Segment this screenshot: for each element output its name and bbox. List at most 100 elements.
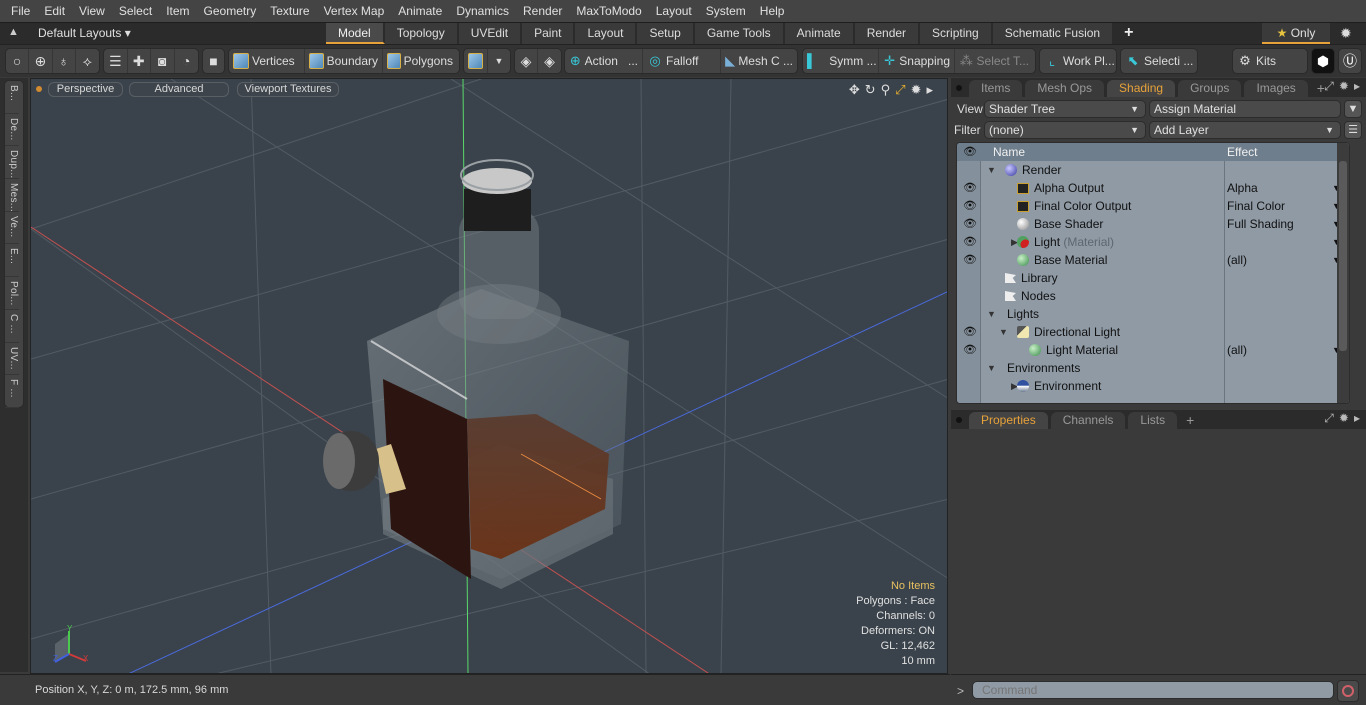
tab-mesh-ops[interactable]: Mesh Ops [1025,80,1105,97]
filter-dropdown[interactable]: (none) ▼ [984,121,1146,139]
vtab-duplicate[interactable]: Dup... [5,146,19,180]
advanced-button[interactable]: Advanced [129,82,229,97]
material-cube-icon[interactable] [464,49,488,73]
menu-layout[interactable]: Layout [649,0,699,22]
filter-funnel-icon[interactable]: ▼ [1344,100,1362,118]
expand-down-icon[interactable]: ▼ [987,359,996,377]
record-macro-button[interactable] [1337,680,1359,702]
vtab-vertex[interactable]: Ve... [5,212,19,245]
zoom-icon[interactable]: ⚲ [881,82,891,98]
tab-uvedit[interactable]: UVEdit [458,23,523,44]
add-layer-dropdown[interactable]: Add Layer ▼ [1149,121,1341,139]
view-axis-alt-icon[interactable]: ◈ [538,49,561,73]
tab-channels[interactable]: Channels [1050,412,1126,429]
menu-view[interactable]: View [72,0,112,22]
name-column-header[interactable]: Name [993,145,1025,159]
circle-select-icon[interactable]: ○ [6,49,30,73]
vtab-fusion[interactable]: F ... [5,375,19,408]
tree-row[interactable]: Library [957,269,1339,287]
menu-select[interactable]: Select [112,0,159,22]
tree-row[interactable]: ▶ Environment [957,377,1339,395]
view-axis-icon[interactable]: ◈ [515,49,539,73]
gear-icon[interactable]: ✹ [1340,25,1352,42]
properties-gear-icon[interactable]: ✹ [1339,411,1349,426]
dial-icon[interactable]: ◔ [175,49,198,73]
viewport-gear-icon[interactable]: ✹ [911,82,922,98]
cross-grid-icon[interactable]: ✚ [128,49,152,73]
tab-game-tools[interactable]: Game Tools [694,23,785,44]
tab-topology[interactable]: Topology [384,23,459,44]
vtab-polygon[interactable]: Pol... [5,277,19,310]
vtab-edge[interactable]: E... [5,244,19,278]
add-properties-tab-button[interactable]: + [1180,412,1200,429]
list-options-icon[interactable]: ☰ [1344,121,1362,139]
command-input[interactable] [972,681,1334,699]
visibility-eye-icon[interactable]: 👁 [963,215,977,233]
tree-row[interactable]: 👁▶Light (Material)▼ [957,233,1341,251]
tab-render[interactable]: Render [854,23,921,44]
tree-row[interactable]: 👁Final Color OutputFinal Color▼ [957,197,1341,215]
expand-down-icon[interactable]: ▼ [987,305,996,323]
assign-material-button[interactable]: Assign Material [1149,100,1341,118]
tree-row[interactable]: ▼ Lights [957,305,1339,323]
maximize-icon[interactable]: ⤢ [895,82,905,98]
vtab-deform[interactable]: De... [5,114,19,147]
3d-viewport[interactable]: Y X Z Perspective Advanced Viewport Text… [30,78,948,674]
mode-dropdown-arrow-icon[interactable]: ▼ [488,49,510,73]
effect-value[interactable]: Final Color [1227,197,1285,215]
tree-scrollbar[interactable] [1337,143,1349,403]
menu-maxtomodo[interactable]: MaxToModo [569,0,648,22]
viewport-options-dot[interactable] [36,86,42,92]
expand-down-icon[interactable]: ▼ [987,161,996,179]
expand-down-icon[interactable]: ▼ [999,323,1008,341]
tab-paint[interactable]: Paint [522,23,576,44]
vtab-curve[interactable]: C ... [5,310,19,343]
visibility-eye-icon[interactable]: 👁 [963,323,977,341]
menu-dynamics[interactable]: Dynamics [449,0,516,22]
tree-row[interactable]: 👁Alpha OutputAlpha▼ [957,179,1341,197]
panel-options-dot[interactable] [956,85,962,91]
work-plane-button[interactable]: ⌞ Work Pl... [1040,49,1119,73]
pen-icon[interactable]: ♁ [53,49,76,73]
kits-button[interactable]: ⚙ Kits [1233,49,1280,73]
vtab-uv[interactable]: UV... [5,343,19,376]
tree-row[interactable]: 👁Base Material(all)▼ [957,251,1341,269]
menu-item[interactable]: Item [159,0,196,22]
visibility-eye-icon[interactable]: 👁 [963,251,977,269]
properties-maximize-icon[interactable]: ⤢ [1324,411,1334,426]
menu-file[interactable]: File [4,0,37,22]
properties-arrow-icon[interactable]: ▸ [1354,411,1360,426]
tab-model[interactable]: Model [326,23,385,44]
square-circle-icon[interactable]: ◙ [151,49,175,73]
add-tab-button[interactable]: + [1114,23,1143,44]
tree-row[interactable]: Nodes [957,287,1339,305]
align-icon[interactable]: ☰ [104,49,128,73]
effect-column-header[interactable]: Effect [1227,145,1257,159]
tree-row[interactable]: 👁Light Material(all)▼ [957,341,1341,359]
tab-layout[interactable]: Layout [575,23,638,44]
vtab-mesh-edit[interactable]: Mes... [5,179,19,212]
menu-vertex-map[interactable]: Vertex Map [317,0,392,22]
globe-icon[interactable]: ⊕ [29,49,53,73]
tab-images[interactable]: Images [1244,80,1308,97]
menu-help[interactable]: Help [753,0,792,22]
effect-value[interactable]: Full Shading [1227,215,1294,233]
symmetry-button[interactable]: ▌ Symm ... [803,49,879,73]
viewport-textures-button[interactable]: Viewport Textures [237,82,339,97]
properties-options-dot[interactable] [956,417,962,423]
tree-row[interactable]: ▼ Environments [957,359,1339,377]
tab-lists[interactable]: Lists [1128,412,1178,429]
vertices-button[interactable]: Vertices [229,49,305,73]
scrollbar-thumb[interactable] [1339,161,1347,351]
expand-arrow-icon[interactable]: ▸ [926,82,933,98]
tab-animate[interactable]: Animate [784,23,855,44]
effect-value[interactable]: (all) [1227,251,1247,269]
effect-value[interactable]: (all) [1227,341,1247,359]
visibility-eye-icon[interactable]: 👁 [963,179,977,197]
only-button[interactable]: ★ Only [1262,23,1330,44]
tab-properties[interactable]: Properties [969,412,1048,429]
visibility-eye-icon[interactable]: 👁 [963,197,977,215]
polygons-button[interactable]: Polygons [383,49,457,73]
panel-gear-icon[interactable]: ✹ [1339,79,1349,94]
perspective-button[interactable]: Perspective [48,82,123,97]
